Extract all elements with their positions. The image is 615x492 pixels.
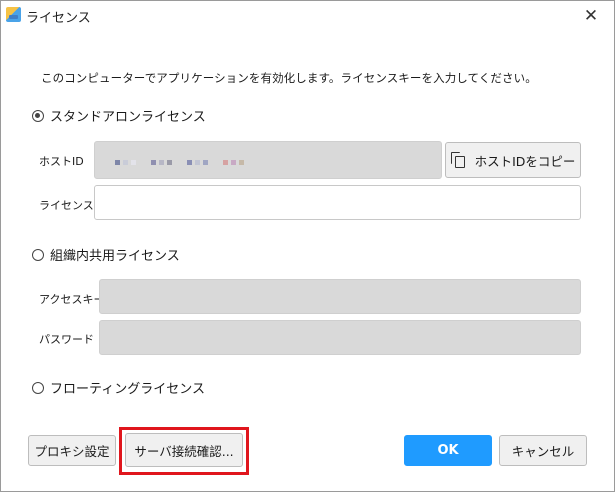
- standalone-license-option[interactable]: スタンドアロンライセンス: [32, 106, 206, 125]
- ok-label: OK: [437, 443, 459, 458]
- license-dialog: ライセンス ✕ このコンピューターでアプリケーションを有効化します。ライセンスキ…: [0, 0, 615, 492]
- app-icon: [6, 7, 21, 22]
- ok-button[interactable]: OK: [404, 435, 492, 466]
- copy-host-id-label: ホストIDをコピー: [474, 153, 576, 169]
- close-icon[interactable]: ✕: [580, 5, 602, 27]
- copy-icon: [450, 152, 465, 168]
- title-bar: ライセンス ✕: [1, 1, 614, 32]
- cancel-label: キャンセル: [511, 444, 575, 459]
- access-key-input[interactable]: [99, 279, 581, 314]
- proxy-settings-label: プロキシ設定: [34, 444, 110, 459]
- host-id-field: [94, 141, 442, 179]
- floating-radio-label: フローティングライセンス: [50, 382, 205, 397]
- floating-license-option[interactable]: フローティングライセンス: [32, 378, 205, 397]
- copy-host-id-button[interactable]: ホストIDをコピー: [445, 142, 581, 178]
- org-shared-license-option[interactable]: 組織内共用ライセンス: [32, 245, 180, 264]
- window-title: ライセンス: [26, 11, 91, 26]
- access-key-label: アクセスキー: [39, 293, 105, 306]
- standalone-radio[interactable]: [32, 109, 44, 122]
- floating-radio[interactable]: [32, 381, 44, 394]
- proxy-settings-button[interactable]: プロキシ設定: [28, 435, 116, 466]
- license-input[interactable]: [94, 185, 581, 220]
- cancel-button[interactable]: キャンセル: [499, 435, 587, 466]
- host-id-label: ホストID: [39, 155, 84, 168]
- org-shared-radio[interactable]: [32, 248, 44, 261]
- standalone-radio-label: スタンドアロンライセンス: [50, 110, 206, 125]
- org-shared-radio-label: 組織内共用ライセンス: [50, 249, 180, 264]
- license-label: ライセンス: [39, 199, 94, 212]
- instruction-text: このコンピューターでアプリケーションを有効化します。ライセンスキーを入力してくだ…: [41, 71, 537, 85]
- host-id-value-obscured: [115, 160, 244, 165]
- password-label: パスワード: [39, 333, 94, 346]
- password-input[interactable]: [99, 320, 581, 355]
- highlight-box: [119, 427, 249, 475]
